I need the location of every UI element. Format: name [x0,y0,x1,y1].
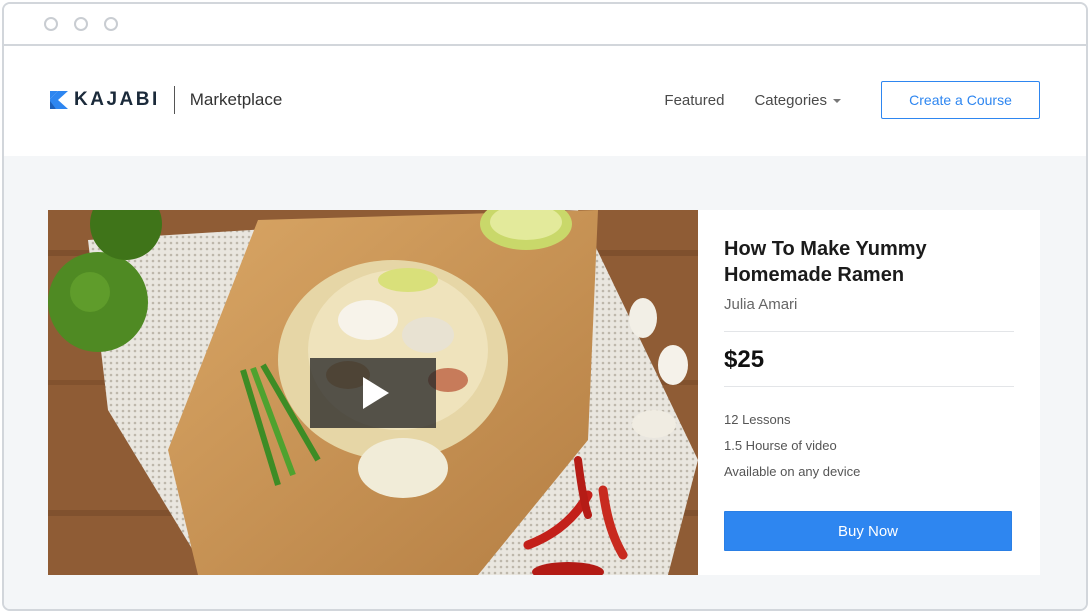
feature-item: 12 Lessons [724,412,791,427]
kajabi-logo-icon [50,91,68,109]
browser-window: KAJABI Marketplace Featured Categories C… [2,2,1088,611]
main-content: How To Make Yummy Homemade Ramen Julia A… [4,156,1086,609]
window-close-control[interactable] [44,17,58,31]
divider [724,386,1014,387]
course-features-list: 12 Lessons 1.5 Hourse of video Available… [724,407,1014,485]
nav-categories-label: Categories [754,91,827,109]
course-card: How To Make Yummy Homemade Ramen Julia A… [48,210,1040,575]
brand-divider [173,86,175,114]
create-course-button[interactable]: Create a Course [881,81,1040,119]
brand-logo[interactable]: KAJABI Marketplace [50,86,282,114]
feature-item: 1.5 Hourse of video [724,438,837,453]
buy-now-button[interactable]: Buy Now [724,511,1012,551]
course-video-thumbnail[interactable] [48,210,698,575]
caret-down-icon [833,99,841,103]
window-titlebar [4,4,1086,46]
nav-featured-link[interactable]: Featured [664,92,724,109]
course-details: How To Make Yummy Homemade Ramen Julia A… [698,210,1040,575]
nav-categories-dropdown[interactable]: Categories [754,92,841,109]
course-author: Julia Amari [724,296,798,313]
header-nav: Featured Categories Create a Course [664,81,1040,119]
brand-name: KAJABI [74,89,160,110]
window-minimize-control[interactable] [74,17,88,31]
play-icon [363,377,389,409]
play-video-button[interactable] [310,358,436,428]
course-title: How To Make Yummy Homemade Ramen [724,238,927,286]
feature-item: Available on any device [724,464,861,479]
site-header: KAJABI Marketplace Featured Categories C… [4,46,1086,154]
course-price: $25 [724,346,765,373]
window-maximize-control[interactable] [104,17,118,31]
divider [724,331,1014,332]
brand-subtitle: Marketplace [189,90,283,109]
